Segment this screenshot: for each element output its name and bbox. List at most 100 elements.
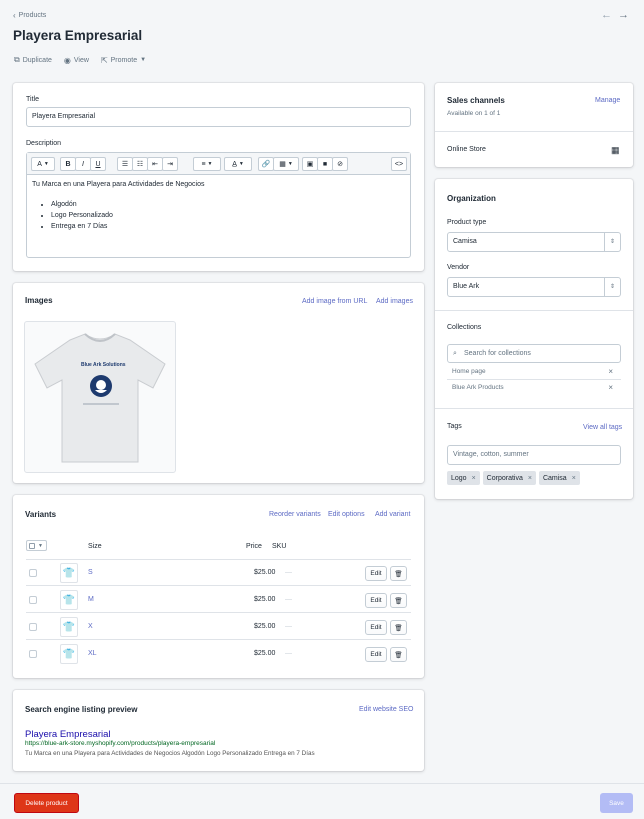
delete-variant-button[interactable]: 🗑 bbox=[390, 647, 407, 662]
edit-options-link[interactable]: Edit options bbox=[328, 511, 365, 518]
view-all-tags-link[interactable]: View all tags bbox=[583, 424, 622, 431]
toolbar-format-group: B I U bbox=[60, 157, 106, 171]
delete-variant-button[interactable]: 🗑 bbox=[390, 593, 407, 608]
calendar-icon[interactable]: ▦ bbox=[611, 145, 620, 156]
delete-variant-button[interactable]: 🗑 bbox=[390, 566, 407, 581]
select-all-checkbox[interactable]: ▼ bbox=[26, 540, 47, 551]
delete-product-button[interactable]: Delete product bbox=[14, 793, 79, 813]
outdent-icon[interactable]: ⇤ bbox=[147, 157, 163, 171]
row-checkbox[interactable] bbox=[29, 569, 37, 577]
add-variant-link[interactable]: Add variant bbox=[375, 511, 410, 518]
image-icon[interactable]: ▣ bbox=[302, 157, 318, 171]
video-icon[interactable]: ■ bbox=[317, 157, 333, 171]
variant-size-link[interactable]: M bbox=[88, 596, 94, 603]
product-image[interactable]: Blue Ark Solutions bbox=[24, 321, 176, 473]
description-editor[interactable]: A ▼ B I U ☰ ☷ ⇤ ⇥ ≡ ▼ A̲ ▼ 🔗 ▦ ▼ ▣ ■ ⊘ <… bbox=[26, 152, 411, 258]
view-button[interactable]: ◉ View bbox=[64, 55, 89, 65]
table-row: 👕 X $25.00 — Edit 🗑 bbox=[26, 614, 411, 640]
edit-variant-button[interactable]: Edit bbox=[365, 593, 387, 608]
variant-sku: — bbox=[285, 650, 292, 657]
remove-collection-icon[interactable]: × bbox=[608, 383, 613, 392]
description-list: Algodón Logo Personalizado Entrega en 7 … bbox=[51, 199, 113, 232]
chevron-left-icon: ‹ bbox=[13, 11, 16, 20]
font-size-button[interactable]: A ▼ bbox=[31, 157, 55, 171]
variant-price: $25.00 bbox=[254, 650, 276, 657]
description-bullet: Logo Personalizado bbox=[51, 210, 113, 221]
variant-size-link[interactable]: XL bbox=[88, 650, 97, 657]
bold-button[interactable]: B bbox=[60, 157, 76, 171]
tags-input[interactable]: Vintage, cotton, summer bbox=[447, 445, 621, 465]
row-checkbox[interactable] bbox=[29, 650, 37, 658]
link-icon[interactable]: 🔗 bbox=[258, 157, 274, 171]
caret-down-icon: ▼ bbox=[238, 161, 244, 167]
duplicate-button[interactable]: ⧉ Duplicate bbox=[14, 55, 52, 65]
tag-label: Corporativa bbox=[486, 474, 523, 482]
seo-preview-title: Playera Empresarial bbox=[25, 729, 111, 740]
variant-sku: — bbox=[285, 569, 292, 576]
show-html-button[interactable]: <> bbox=[391, 157, 407, 171]
table-button[interactable]: ▦ ▼ bbox=[273, 157, 299, 171]
edit-variant-button[interactable]: Edit bbox=[365, 620, 387, 635]
variant-thumbnail: 👕 bbox=[60, 563, 78, 583]
variant-size-link[interactable]: S bbox=[88, 569, 93, 576]
breadcrumb[interactable]: ‹ Products bbox=[13, 11, 46, 20]
variant-size-link[interactable]: X bbox=[88, 623, 93, 630]
description-bullet: Entrega en 7 Días bbox=[51, 221, 113, 232]
save-button[interactable]: Save bbox=[600, 793, 633, 813]
edit-website-seo-link[interactable]: Edit website SEO bbox=[359, 706, 413, 713]
eye-icon: ◉ bbox=[63, 55, 71, 65]
remove-tag-icon[interactable]: × bbox=[472, 475, 476, 482]
view-label: View bbox=[73, 56, 89, 64]
product-type-select[interactable]: Camisa ⇕ bbox=[447, 232, 621, 252]
text-color-button[interactable]: A̲ ▼ bbox=[224, 157, 252, 171]
clear-formatting-icon[interactable]: ⊘ bbox=[332, 157, 348, 171]
caret-down-icon: ▼ bbox=[140, 57, 147, 63]
trash-icon: 🗑 bbox=[394, 597, 403, 605]
sales-channels-card: Sales channels Manage Available on 1 of … bbox=[435, 83, 633, 167]
remove-collection-icon[interactable]: × bbox=[608, 367, 613, 376]
description-label: Description bbox=[26, 140, 62, 147]
align-button[interactable]: ≡ ▼ bbox=[193, 157, 221, 171]
images-card: Images Add image from URL Add images Blu… bbox=[13, 283, 424, 483]
table-row: 👕 XL $25.00 — Edit 🗑 bbox=[26, 641, 411, 667]
row-checkbox[interactable] bbox=[29, 623, 37, 631]
italic-button[interactable]: I bbox=[75, 157, 91, 171]
duplicate-icon: ⧉ bbox=[14, 55, 20, 64]
row-checkbox[interactable] bbox=[29, 596, 37, 604]
bulleted-list-icon[interactable]: ☰ bbox=[117, 157, 133, 171]
edit-variant-button[interactable]: Edit bbox=[365, 647, 387, 662]
product-type-label: Product type bbox=[447, 219, 487, 226]
tshirt-print-text: Blue Ark Solutions bbox=[81, 362, 126, 368]
trash-icon: 🗑 bbox=[394, 651, 403, 659]
footer-divider bbox=[0, 783, 644, 784]
share-icon: ⇱ bbox=[100, 55, 108, 65]
collections-search-input[interactable]: ⌕ Search for collections bbox=[447, 344, 621, 363]
numbered-list-icon[interactable]: ☷ bbox=[132, 157, 148, 171]
text-color-icon: A̲ bbox=[232, 160, 237, 168]
collection-item: Blue Ark Products × bbox=[447, 381, 621, 396]
remove-tag-icon[interactable]: × bbox=[572, 475, 576, 482]
delete-variant-button[interactable]: 🗑 bbox=[390, 620, 407, 635]
prev-product-arrow-icon[interactable]: ← bbox=[601, 9, 612, 21]
manage-channels-link[interactable]: Manage bbox=[595, 97, 620, 104]
tags-placeholder: Vintage, cotton, summer bbox=[453, 451, 529, 458]
promote-label: Promote bbox=[110, 56, 138, 64]
caret-down-icon: ▼ bbox=[287, 161, 293, 167]
vendor-select[interactable]: Blue Ark ⇕ bbox=[447, 277, 621, 297]
edit-variant-button[interactable]: Edit bbox=[365, 566, 387, 581]
tshirt-icon: 👕 bbox=[62, 621, 76, 633]
caret-down-icon: ▼ bbox=[43, 161, 49, 167]
add-images-link[interactable]: Add images bbox=[376, 298, 413, 305]
title-label: Title bbox=[26, 96, 39, 103]
promote-button[interactable]: ⇱ Promote ▼ bbox=[101, 55, 146, 65]
reorder-variants-link[interactable]: Reorder variants bbox=[269, 511, 321, 518]
add-image-from-url-link[interactable]: Add image from URL bbox=[302, 298, 367, 305]
remove-tag-icon[interactable]: × bbox=[528, 475, 532, 482]
trash-icon: 🗑 bbox=[394, 570, 403, 578]
description-bullet: Algodón bbox=[51, 199, 113, 210]
underline-button[interactable]: U bbox=[90, 157, 106, 171]
next-product-arrow-icon[interactable]: → bbox=[618, 9, 629, 21]
indent-icon[interactable]: ⇥ bbox=[162, 157, 178, 171]
seo-preview-description: Tu Marca en una Playera para Actividades… bbox=[25, 750, 315, 757]
title-input[interactable]: Playera Empresarial bbox=[26, 107, 411, 127]
